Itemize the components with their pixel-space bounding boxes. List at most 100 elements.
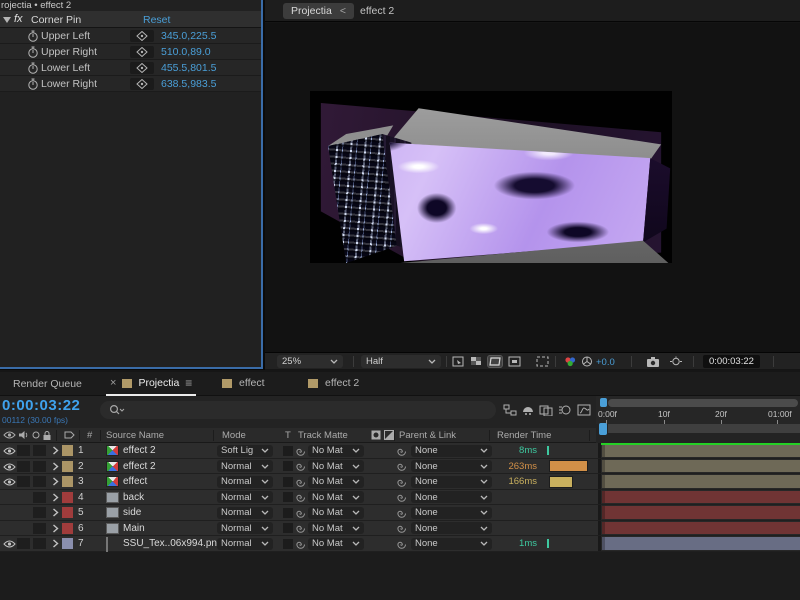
property-value[interactable]: 345.0,225.5 [161,30,216,42]
layer-label-color[interactable] [62,445,73,456]
transparency-grid-icon[interactable] [470,356,483,367]
blend-mode-dropdown[interactable]: Normal [217,522,273,534]
pickwhip-icon[interactable] [396,446,407,457]
expand-chevron-icon[interactable] [52,539,59,548]
switch-box[interactable] [33,507,46,518]
tab-render-queue[interactable]: Render Queue [13,378,82,390]
point-control-button[interactable] [130,46,154,58]
property-value[interactable]: 510.0,89.0 [161,46,211,58]
layer-duration-bar[interactable] [602,491,800,504]
resolution-dropdown[interactable]: Half [361,355,441,368]
parent-link-dropdown[interactable]: None [411,445,492,457]
current-time-indicator[interactable] [599,423,607,435]
magnification-dropdown[interactable]: 25% [277,355,343,368]
table-row[interactable]: 3 effect Normal No Mat None 166ms [0,474,800,490]
t-switch-box[interactable] [283,446,293,456]
layer-label-color[interactable] [62,507,73,518]
table-row[interactable]: 6 Main Normal No Mat None [0,521,800,537]
pickwhip-icon[interactable] [396,461,407,472]
tab-effect[interactable]: effect [222,377,265,389]
table-row[interactable]: 5 side Normal No Mat None [0,505,800,521]
pickwhip-icon[interactable] [396,508,407,519]
layer-duration-bar[interactable] [602,522,800,535]
timeline-navigator[interactable] [608,399,798,407]
expand-chevron-icon[interactable] [52,462,59,471]
shy-layers-icon[interactable] [521,404,535,416]
pickwhip-icon[interactable] [295,492,306,503]
switch-box[interactable] [33,476,46,487]
show-snapshot-icon[interactable] [669,356,683,367]
track-lane[interactable] [601,459,800,474]
layer-name[interactable]: side [123,507,141,518]
pixel-aspect-icon[interactable] [508,356,521,367]
navigator-playhead[interactable] [600,398,607,407]
layer-label-color[interactable] [62,538,73,549]
parent-link-dropdown[interactable]: None [411,538,492,550]
switch-box[interactable] [17,538,30,549]
expand-chevron-icon[interactable] [52,493,59,502]
t-switch-box[interactable] [283,508,293,518]
track-matte-dropdown[interactable]: No Mat [308,507,364,519]
layer-name[interactable]: effect 2 [123,461,156,472]
t-switch-box[interactable] [283,523,293,533]
pickwhip-icon[interactable] [295,508,306,519]
pickwhip-icon[interactable] [396,492,407,503]
t-switch-box[interactable] [283,492,293,502]
expand-chevron-icon[interactable] [52,477,59,486]
point-control-button[interactable] [130,78,154,90]
layer-name[interactable]: effect 2 [123,445,156,456]
parent-link-dropdown[interactable]: None [411,522,492,534]
work-area-bar[interactable] [608,424,800,433]
stopwatch-icon[interactable] [27,78,39,90]
visibility-eye-icon[interactable] [3,462,16,472]
t-switch-box[interactable] [283,477,293,487]
pickwhip-icon[interactable] [295,477,306,488]
visibility-eye-icon[interactable] [3,446,16,456]
switch-box[interactable] [33,523,46,534]
stopwatch-icon[interactable] [27,30,39,42]
column-parent-link[interactable]: Parent & Link [399,430,456,441]
expand-chevron-icon[interactable] [52,508,59,517]
comp-breadcrumb-button[interactable]: Projectia < [283,3,354,19]
composition-frame[interactable] [310,91,672,263]
visibility-eye-icon[interactable] [3,477,16,487]
switch-box[interactable] [33,492,46,503]
pickwhip-icon[interactable] [295,539,306,550]
preview-timecode[interactable]: 0:00:03:22 [703,355,760,368]
parent-link-dropdown[interactable]: None [411,507,492,519]
reset-link[interactable]: Reset [143,14,170,26]
matte-luma-icon[interactable] [384,430,394,440]
expand-triangle-icon[interactable] [3,17,11,23]
layer-duration-bar[interactable] [602,537,800,550]
switch-box[interactable] [17,461,30,472]
parent-link-dropdown[interactable]: None [411,491,492,503]
point-control-button[interactable] [130,30,154,42]
blend-mode-dropdown[interactable]: Normal [217,476,273,488]
pickwhip-icon[interactable] [396,477,407,488]
stopwatch-icon[interactable] [27,62,39,74]
layer-duration-bar[interactable] [602,460,800,473]
column-render-time[interactable]: Render Time [497,430,551,441]
table-row[interactable]: 7 SSU_Tex..06x994.png Normal No Mat None… [0,536,800,552]
column-t[interactable]: T [285,430,291,441]
lock-column-icon[interactable] [42,430,52,441]
layer-label-color[interactable] [62,476,73,487]
track-matte-dropdown[interactable]: No Mat [308,491,364,503]
track-matte-dropdown[interactable]: No Mat [308,538,364,550]
layer-label-color[interactable] [62,461,73,472]
pickwhip-icon[interactable] [295,446,306,457]
eye-column-icon[interactable] [3,430,16,440]
column-number[interactable]: # [87,430,92,441]
t-switch-box[interactable] [283,461,293,471]
switch-box[interactable] [33,461,46,472]
column-mode[interactable]: Mode [222,430,246,441]
switch-box[interactable] [17,445,30,456]
snapshot-camera-icon[interactable] [646,356,660,367]
table-row[interactable]: 4 back Normal No Mat None [0,490,800,506]
layer-duration-bar[interactable] [602,506,800,519]
table-row[interactable]: 2 effect 2 Normal No Mat None 263ms [0,459,800,475]
search-input[interactable] [100,401,496,419]
table-row[interactable]: 1 effect 2 Soft Lig No Mat None 8ms [0,443,800,459]
current-layer-tab[interactable]: effect 2 [360,5,394,17]
expand-chevron-icon[interactable] [52,446,59,455]
